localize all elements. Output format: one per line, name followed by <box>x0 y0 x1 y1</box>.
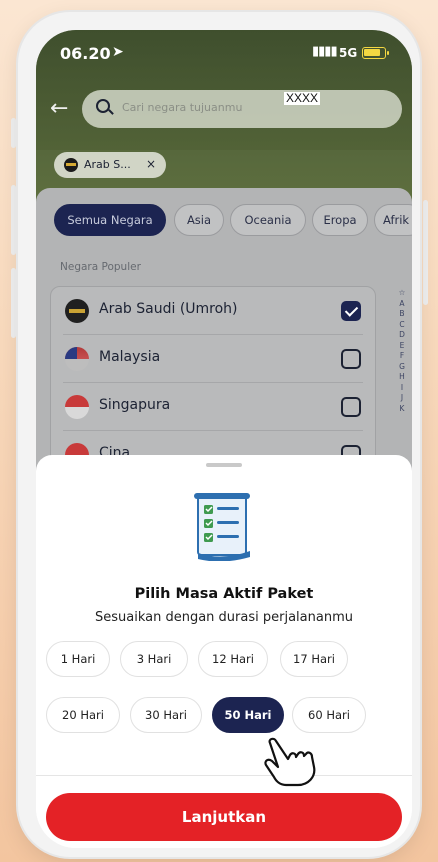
search-placeholder: Cari negara tujuanmu <box>122 101 243 114</box>
network-type: 5G <box>339 46 358 60</box>
alphabet-index-letter[interactable]: H <box>396 372 408 383</box>
tab-oceania[interactable]: Oceania <box>230 204 306 236</box>
duration-chip-50-hari[interactable]: 50 Hari <box>212 697 284 733</box>
location-arrow-icon: ➤ <box>112 44 124 60</box>
country-row-arab-saudi[interactable]: Arab Saudi (Umroh) <box>51 287 375 335</box>
battery-charging-icon <box>362 47 389 59</box>
search-row: ← Cari negara tujuanmu <box>36 90 412 130</box>
duration-chip-30-hari[interactable]: 30 Hari <box>130 697 202 733</box>
alphabet-index-letter[interactable]: E <box>396 341 408 352</box>
duration-chip-60-hari[interactable]: 60 Hari <box>292 697 366 733</box>
saudi-flag-icon <box>65 299 89 323</box>
signal-bars-icon: ▮▮▮▮ <box>312 44 338 59</box>
alphabet-index-letter[interactable]: F <box>396 351 408 362</box>
side-button-power <box>423 200 428 305</box>
country-name: Malaysia <box>99 349 161 365</box>
status-bar: 06.20 ➤ ▮▮▮▮ 5G <box>36 30 412 78</box>
country-checkbox[interactable] <box>341 397 361 417</box>
country-checkbox[interactable] <box>341 349 361 369</box>
malaysia-flag-icon <box>65 347 89 371</box>
continue-button[interactable]: Lanjutkan <box>46 793 402 841</box>
duration-bottom-sheet: Pilih Masa Aktif Paket Sesuaikan dengan … <box>36 455 412 848</box>
country-checkbox-checked[interactable] <box>341 301 361 321</box>
alphabet-index-letter[interactable]: D <box>396 330 408 341</box>
country-row-singapura[interactable]: Singapura <box>51 383 375 431</box>
side-button-volume-up <box>11 185 16 255</box>
duration-chip-17-hari[interactable]: 17 Hari <box>280 641 348 677</box>
alphabet-index-letter[interactable]: I <box>396 383 408 394</box>
sheet-subtitle: Sesuaikan dengan durasi perjalananmu <box>95 610 353 625</box>
redaction-label: XXXX <box>284 91 321 105</box>
sheet-grabber[interactable] <box>206 463 242 467</box>
section-label: Negara Populer <box>60 261 141 273</box>
duration-chip-3-hari[interactable]: 3 Hari <box>120 641 188 677</box>
tab-afrika[interactable]: Afrik <box>374 204 412 236</box>
search-icon <box>96 99 110 113</box>
country-panel: Semua Negara Asia Oceania Eropa Afrik Ne… <box>36 188 412 496</box>
country-name: Singapura <box>99 397 171 413</box>
alphabet-index-letter[interactable]: ☆ <box>396 288 408 299</box>
close-icon[interactable]: × <box>146 157 156 171</box>
alphabet-index-letter[interactable]: B <box>396 309 408 320</box>
tap-hand-icon <box>264 737 316 787</box>
tab-semua-negara[interactable]: Semua Negara <box>54 204 166 236</box>
phone-screen: 06.20 ➤ ▮▮▮▮ 5G ← Cari negara tujuanmu X… <box>36 30 412 848</box>
alphabet-index-letter[interactable]: A <box>396 299 408 310</box>
alphabet-index[interactable]: ☆ A B C D E F G H I J K <box>396 288 408 414</box>
alphabet-index-letter[interactable]: K <box>396 404 408 415</box>
selected-country-chip[interactable]: Arab S... × <box>54 152 166 178</box>
singapore-flag-icon <box>65 395 89 419</box>
status-time: 06.20 <box>60 44 111 63</box>
duration-chip-20-hari[interactable]: 20 Hari <box>46 697 120 733</box>
country-row-malaysia[interactable]: Malaysia <box>51 335 375 383</box>
search-input[interactable]: Cari negara tujuanmu <box>82 90 402 128</box>
back-arrow-icon[interactable]: ← <box>50 96 68 121</box>
saudi-flag-icon <box>64 158 78 172</box>
duration-chip-1-hari[interactable]: 1 Hari <box>46 641 110 677</box>
alphabet-index-letter[interactable]: C <box>396 320 408 331</box>
alphabet-index-letter[interactable]: G <box>396 362 408 373</box>
checklist-scroll-icon <box>194 493 250 561</box>
sheet-divider <box>36 775 412 776</box>
tab-asia[interactable]: Asia <box>174 204 224 236</box>
tab-eropa[interactable]: Eropa <box>312 204 368 236</box>
selected-country-label: Arab S... <box>84 158 131 171</box>
duration-chip-12-hari[interactable]: 12 Hari <box>198 641 268 677</box>
side-button-mute <box>11 118 16 148</box>
country-name: Arab Saudi (Umroh) <box>99 301 238 317</box>
sheet-title: Pilih Masa Aktif Paket <box>134 586 314 602</box>
side-button-volume-down <box>11 268 16 338</box>
alphabet-index-letter[interactable]: J <box>396 393 408 404</box>
